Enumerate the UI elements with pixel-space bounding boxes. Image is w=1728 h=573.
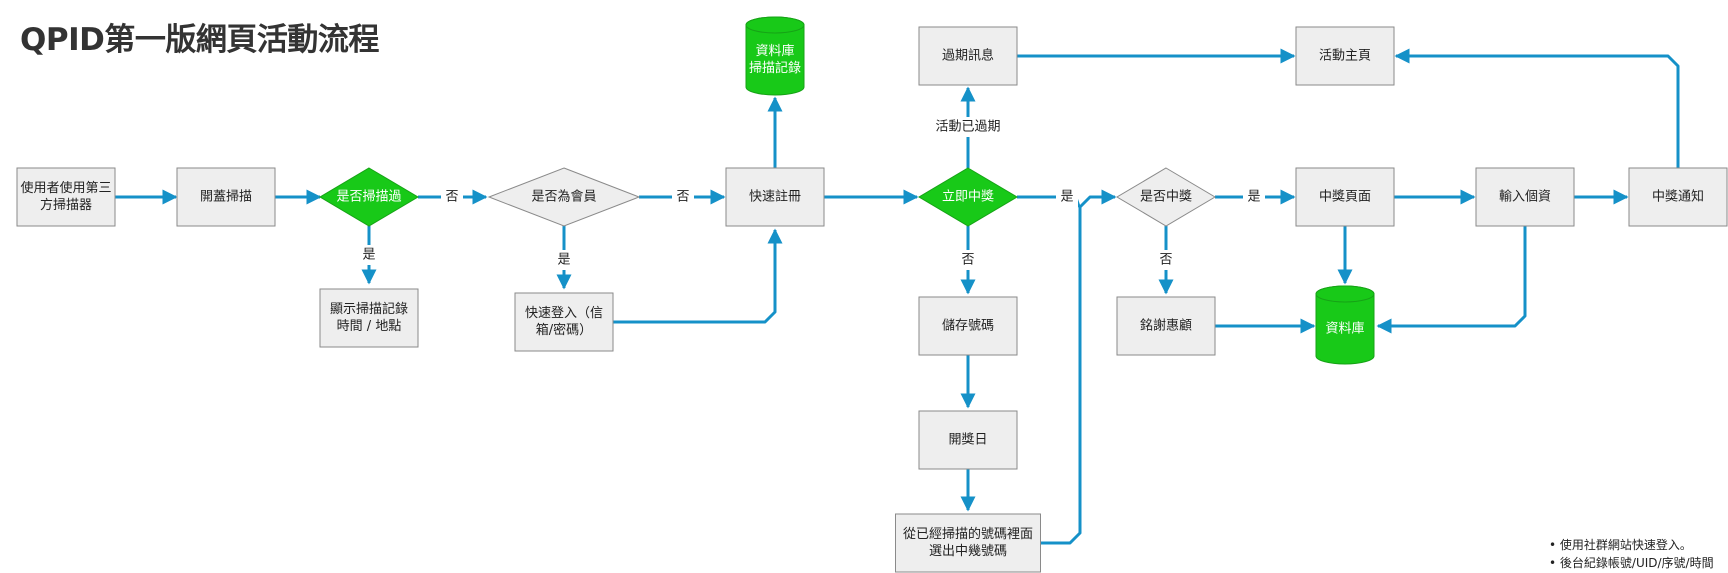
node-input-info: 輸入個資 (1475, 167, 1575, 227)
edge-label-expired: 活動已過期 (935, 120, 1000, 135)
node-label: 開獎日 (948, 433, 987, 448)
node-draw-day: 開獎日 (918, 410, 1018, 470)
node-open-scan: 開蓋掃描 (176, 167, 276, 227)
footnote-item: • 使用社群網站快速登入。 (1549, 538, 1692, 552)
node-start: 使用者使用第三方掃描器 (16, 167, 116, 227)
flow-arrow (1394, 48, 1680, 168)
flow-arrow (613, 228, 783, 324)
node-label: 選出中幾號碼 (929, 544, 1007, 559)
node-quick-login: 快速登入（信箱/密碼） (514, 292, 614, 352)
node-label: 立即中獎 (942, 190, 994, 205)
node-win-notice: 中獎通知 (1628, 167, 1728, 227)
node-win-page: 中獎頁面 (1295, 167, 1395, 227)
node-instant-win: 立即中獎 (918, 167, 1018, 227)
node-thanks: 銘謝惠顧 (1116, 296, 1216, 356)
node-db-scan: 資料庫掃描記錄 (745, 16, 805, 96)
node-label: 資料庫 (755, 44, 794, 59)
edge-label-no: 否 (1159, 253, 1172, 268)
node-label: 顯示掃描記錄 (330, 301, 408, 317)
footnote-item: • 後台紀錄帳號/UID/序號/時間 (1549, 556, 1714, 570)
node-pick-winner: 從已經掃描的號碼裡面選出中幾號碼 (895, 513, 1041, 573)
node-label: 是否為會員 (531, 189, 596, 205)
database-cylinder-top (745, 16, 805, 34)
flow-arrow (1041, 189, 1117, 545)
flowchart-canvas: 使用者使用第三方掃描器開蓋掃描 是否掃描過顯示掃描記錄時間 / 地點是否為會員快速… (16, 16, 1728, 573)
node-label: 箱/密碼） (536, 322, 592, 338)
edge-label-yes: 是 (557, 253, 570, 268)
node-is-member: 是否為會員 (487, 167, 641, 227)
node-box (319, 288, 419, 348)
node-box (895, 513, 1041, 573)
node-scanned-before: 是否掃描過 (319, 167, 419, 227)
node-show-record: 顯示掃描記錄時間 / 地點 (319, 288, 419, 348)
node-label: 輸入個資 (1499, 190, 1551, 205)
node-activity-home: 活動主頁 (1295, 26, 1395, 86)
edge-label-yes: 是 (1060, 190, 1073, 205)
edge-label-no: 否 (676, 190, 689, 205)
node-box (514, 292, 614, 352)
node-label: 中獎頁面 (1319, 190, 1371, 205)
node-label: 快速註冊 (749, 190, 801, 205)
edge-label-yes: 是 (362, 248, 375, 263)
flow-arrow (1376, 226, 1527, 334)
node-db: 資料庫 (1315, 285, 1375, 365)
edge-label-no: 否 (961, 253, 974, 268)
node-label: 使用者使用第三 (20, 180, 111, 196)
node-label: 中獎通知 (1652, 189, 1704, 205)
node-quick-register: 快速註冊 (725, 167, 825, 227)
node-label: 方掃描器 (40, 197, 92, 213)
node-label: 時間 / 地點 (337, 319, 402, 334)
edge-label-no: 否 (445, 190, 458, 205)
node-label: 是否中獎 (1140, 190, 1192, 205)
node-label: 資料庫 (1325, 322, 1364, 337)
node-label: 開蓋掃描 (200, 189, 252, 205)
node-label: 儲存號碼 (942, 319, 994, 334)
node-label: 過期訊息 (942, 48, 994, 64)
node-is-winner: 是否中獎 (1116, 167, 1216, 227)
node-label: 從已經掃描的號碼裡面 (903, 526, 1033, 542)
node-label: 掃描記錄 (749, 60, 801, 76)
node-label: 快速登入（信 (525, 306, 603, 321)
node-save-number: 儲存號碼 (918, 296, 1018, 356)
node-label: 活動主頁 (1319, 49, 1371, 64)
flowchart-nodes: 使用者使用第三方掃描器開蓋掃描 是否掃描過顯示掃描記錄時間 / 地點是否為會員快速… (16, 16, 1728, 573)
edge-label-yes: 是 (1247, 190, 1260, 205)
node-label: 是否掃描過 (336, 189, 401, 205)
database-cylinder-top (1315, 285, 1375, 303)
node-expired-msg: 過期訊息 (918, 26, 1018, 86)
footnotes: • 使用社群網站快速登入。 • 後台紀錄帳號/UID/序號/時間 (1549, 536, 1714, 572)
node-label: 銘謝惠顧 (1140, 319, 1192, 334)
node-box (16, 167, 116, 227)
